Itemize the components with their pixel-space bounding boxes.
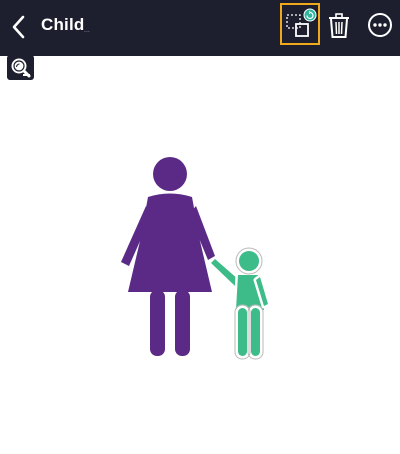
trash-icon — [329, 13, 349, 38]
replace-image-button[interactable] — [280, 3, 320, 45]
more-options-icon — [368, 13, 392, 37]
image-canvas — [0, 56, 400, 454]
page-title: Child — [41, 15, 85, 34]
top-toolbar: Child ... — [0, 0, 400, 56]
chevron-left-icon — [12, 15, 25, 39]
back-button[interactable] — [6, 10, 34, 44]
page-title-ellipsis: ... — [84, 27, 90, 34]
child-figure — [208, 248, 271, 359]
parent-and-child-illustration — [121, 157, 271, 360]
delete-button[interactable] — [326, 9, 352, 43]
more-options-button[interactable] — [364, 9, 396, 41]
replace-image-icon — [286, 8, 317, 37]
app-window: Child ... — [0, 0, 400, 454]
adult-figure — [121, 157, 215, 356]
